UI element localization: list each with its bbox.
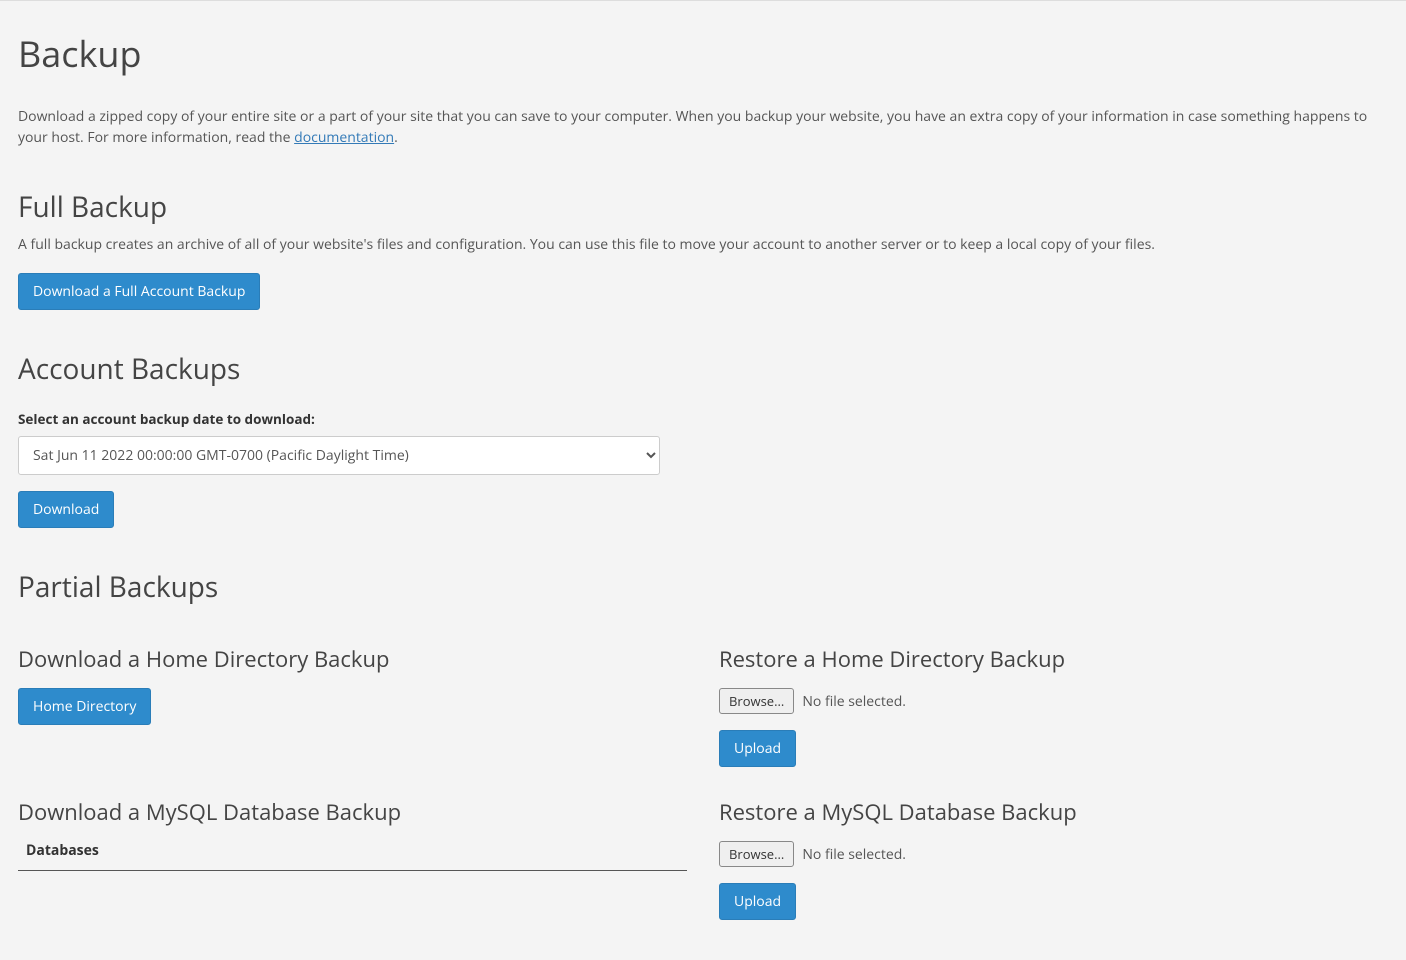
restore-home-filepicker: Browse... No file selected.: [719, 688, 906, 714]
restore-db-filepicker: Browse... No file selected.: [719, 841, 906, 867]
download-account-backup-button[interactable]: Download: [18, 491, 114, 528]
partial-row-db: Download a MySQL Database Backup Databas…: [18, 767, 1388, 920]
restore-db-nofile-text: No file selected.: [802, 845, 906, 864]
download-db-col: Download a MySQL Database Backup Databas…: [18, 767, 687, 920]
partial-row-home: Download a Home Directory Backup Home Di…: [18, 614, 1388, 767]
page-container: Backup Download a zipped copy of your en…: [0, 1, 1406, 960]
download-home-heading: Download a Home Directory Backup: [18, 644, 687, 674]
download-full-backup-button[interactable]: Download a Full Account Backup: [18, 273, 260, 310]
download-db-heading: Download a MySQL Database Backup: [18, 797, 687, 827]
restore-home-upload-button[interactable]: Upload: [719, 730, 796, 767]
partial-backups-heading: Partial Backups: [18, 568, 1388, 606]
page-title: Backup: [18, 29, 1388, 78]
full-backup-heading: Full Backup: [18, 188, 1388, 226]
download-home-directory-button[interactable]: Home Directory: [18, 688, 151, 725]
restore-db-upload-button[interactable]: Upload: [719, 883, 796, 920]
account-backups-heading: Account Backups: [18, 350, 1388, 388]
restore-home-col: Restore a Home Directory Backup Browse..…: [719, 614, 1388, 767]
account-backup-date-select[interactable]: Sat Jun 11 2022 00:00:00 GMT-0700 (Pacif…: [18, 436, 660, 475]
account-backup-date-label: Select an account backup date to downloa…: [18, 410, 1388, 428]
restore-db-col: Restore a MySQL Database Backup Browse..…: [719, 767, 1388, 920]
download-home-col: Download a Home Directory Backup Home Di…: [18, 614, 687, 767]
db-table-header: Databases: [26, 841, 99, 860]
restore-home-heading: Restore a Home Directory Backup: [719, 644, 1388, 674]
restore-home-nofile-text: No file selected.: [802, 692, 906, 711]
restore-home-browse-button[interactable]: Browse...: [719, 688, 794, 714]
restore-db-heading: Restore a MySQL Database Backup: [719, 797, 1388, 827]
documentation-link[interactable]: documentation: [294, 128, 394, 147]
page-intro: Download a zipped copy of your entire si…: [18, 106, 1388, 148]
db-table-header-row: Databases: [18, 841, 687, 871]
full-backup-desc: A full backup creates an archive of all …: [18, 234, 1388, 255]
intro-text-prefix: Download a zipped copy of your entire si…: [18, 107, 1367, 147]
restore-db-browse-button[interactable]: Browse...: [719, 841, 794, 867]
intro-text-suffix: .: [394, 128, 398, 147]
